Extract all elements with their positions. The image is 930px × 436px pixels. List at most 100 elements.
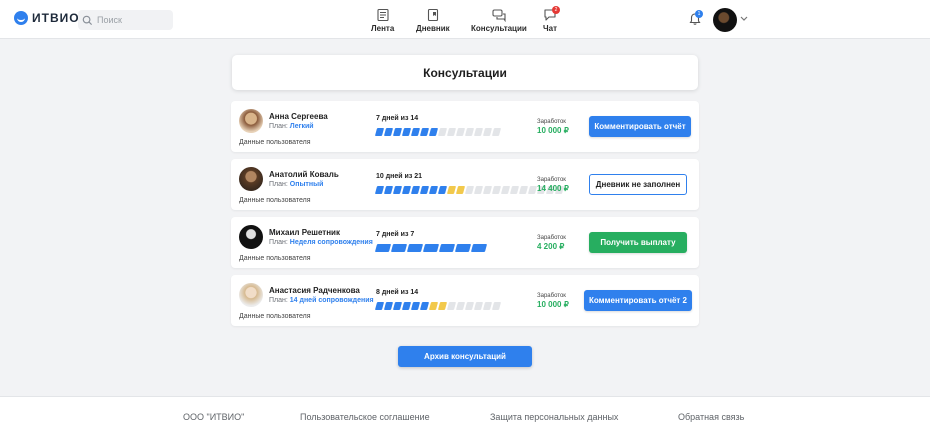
nav-feed-label: Лента [371, 24, 395, 33]
comment-report-button[interactable]: Комментировать отчёт [589, 116, 691, 137]
footer-agreement-link[interactable]: Пользовательское соглашение [300, 412, 430, 422]
progress-segment [470, 244, 488, 252]
progress-segment [392, 128, 403, 136]
consultation-row: Анатолий Коваль План: Опытный Данные пол… [231, 159, 699, 210]
user-data-link[interactable]: Данные пользователя [239, 139, 311, 146]
user-data-link[interactable]: Данные пользователя [239, 255, 311, 262]
progress-segment [455, 128, 466, 136]
footer-company: ООО "ИТВИО" [183, 412, 245, 422]
progress-segment [428, 186, 439, 194]
plan-link[interactable]: Легкий [290, 123, 314, 130]
notifications-button[interactable]: 1 [688, 10, 703, 31]
consultation-row: Михаил Решетник План: Неделя сопровожден… [231, 217, 699, 268]
client-plan: План: Опытный [269, 181, 324, 188]
progress-segment [482, 128, 493, 136]
notifications-badge: 1 [695, 10, 703, 18]
user-data-link[interactable]: Данные пользователя [239, 313, 311, 320]
earnings-label: Заработок [537, 119, 566, 125]
progress-segment [509, 186, 520, 194]
client-name[interactable]: Михаил Решетник [269, 228, 340, 237]
progress-segment [401, 186, 412, 194]
user-data-link[interactable]: Данные пользователя [239, 197, 311, 204]
avatar[interactable] [239, 283, 263, 307]
avatar[interactable] [239, 167, 263, 191]
progress-segment [422, 244, 440, 252]
progress-segment [518, 186, 529, 194]
user-avatar[interactable] [713, 8, 737, 32]
consultation-row: Анастасия Радченкова План: 14 дней сопро… [231, 275, 699, 326]
search-box[interactable] [78, 10, 173, 30]
progress-segment [390, 244, 408, 252]
get-payout-button[interactable]: Получить выплату [589, 232, 687, 253]
progress-segment [482, 302, 493, 310]
progress-segment [410, 186, 421, 194]
earnings-value: 4 200 ₽ [537, 242, 565, 251]
progress-segment [419, 128, 430, 136]
logo-text: ИТВИО [32, 11, 80, 25]
progress-bar [374, 244, 488, 252]
nav-diary[interactable]: Дневник [416, 8, 450, 33]
footer-privacy-link[interactable]: Защита персональных данных [490, 412, 618, 422]
nav-chat[interactable]: Чат 2 [543, 6, 560, 33]
footer: ООО "ИТВИО" Пользовательское соглашение … [0, 396, 930, 436]
plan-link[interactable]: 14 дней сопровождения [290, 297, 374, 304]
progress-segment [527, 186, 538, 194]
earnings-label: Заработок [537, 177, 566, 183]
chat-badge: 2 [552, 6, 560, 14]
progress-segment [454, 244, 472, 252]
progress-segment [374, 186, 385, 194]
progress-segment [446, 302, 457, 310]
logo[interactable]: ИТВИО [14, 11, 80, 25]
progress-label: 10 дней из 21 [376, 173, 423, 180]
footer-feedback-link[interactable]: Обратная связь [678, 412, 744, 422]
nav-feed[interactable]: Лента [371, 8, 394, 33]
progress-segment [482, 186, 493, 194]
consultations-icon [492, 9, 506, 22]
progress-segment [455, 302, 466, 310]
archive-button[interactable]: Архив консультаций [398, 346, 532, 367]
progress-segment [406, 244, 424, 252]
progress-segment [437, 302, 448, 310]
progress-segment [428, 128, 439, 136]
progress-segment [473, 128, 484, 136]
plan-link[interactable]: Неделя сопровождения [290, 239, 373, 246]
progress-label: 7 дней из 14 [376, 115, 419, 122]
progress-segment [410, 302, 421, 310]
earnings-value: 10 000 ₽ [537, 126, 569, 135]
nav-chat-label: Чат [543, 24, 557, 33]
progress-segment [464, 128, 475, 136]
nav-diary-label: Дневник [416, 24, 450, 33]
page-title-card: Консультации [232, 55, 698, 90]
progress-segment [374, 128, 385, 136]
progress-segment [383, 186, 394, 194]
progress-segment [491, 302, 502, 310]
earnings-value: 10 000 ₽ [537, 300, 569, 309]
client-name[interactable]: Анна Сергеева [269, 112, 328, 121]
progress-segment [383, 128, 394, 136]
chevron-down-icon[interactable] [740, 16, 748, 22]
search-input[interactable] [97, 15, 167, 25]
progress-segment [419, 186, 430, 194]
client-name[interactable]: Анатолий Коваль [269, 170, 339, 179]
diary-not-filled-button[interactable]: Дневник не заполнен [589, 174, 687, 195]
client-name[interactable]: Анастасия Радченкова [269, 286, 360, 295]
feed-icon [377, 8, 389, 22]
top-header: ИТВИО Лента Дневник Консультации Чат 2 1 [0, 0, 930, 39]
comment-report-button[interactable]: Комментировать отчёт 2 [584, 290, 692, 311]
progress-bar [374, 186, 565, 194]
progress-segment [428, 302, 439, 310]
progress-segment [437, 128, 448, 136]
progress-segment [464, 186, 475, 194]
progress-segment [491, 186, 502, 194]
nav-consultations[interactable]: Консультации [471, 8, 527, 33]
plan-link[interactable]: Опытный [290, 181, 324, 188]
avatar[interactable] [239, 225, 263, 249]
progress-segment [437, 186, 448, 194]
progress-segment [455, 186, 466, 194]
avatar[interactable] [239, 109, 263, 133]
progress-bar [374, 302, 502, 310]
nav-consultations-label: Консультации [471, 24, 527, 33]
progress-segment [401, 128, 412, 136]
progress-segment [446, 128, 457, 136]
client-plan: План: Легкий [269, 123, 314, 130]
